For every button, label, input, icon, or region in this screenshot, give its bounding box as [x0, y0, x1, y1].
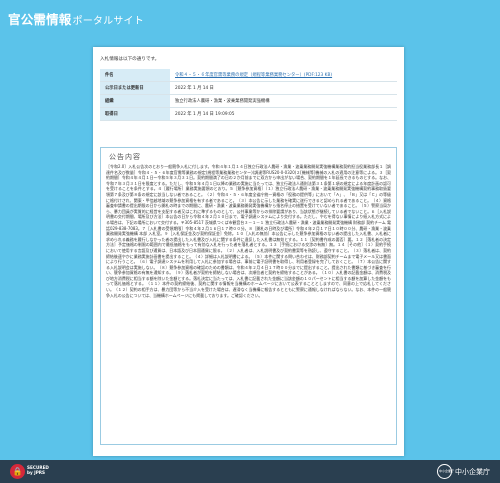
jprs-seal[interactable]: 🔒 SECURED by JPRS [10, 464, 49, 479]
agency-name: 中小企業庁 [455, 468, 490, 476]
row-value-retrieved: 2022 年 1 月 14 日 19:09:05 [170, 107, 397, 121]
row-value-organization: 独立行政法人農研・漁業・波乗業務開発実強機構 [170, 94, 397, 108]
table-row: 組織 独立行政法人農研・漁業・波乗業務開発実強機構 [100, 94, 397, 108]
site-title-main: 官公需情報 [8, 12, 72, 27]
row-label-organization: 組織 [100, 94, 170, 108]
agency-emblem-icon: 中小企業庁 [437, 464, 455, 479]
notice-body: ［令和2.0］入札公告次のとおり一般競争入札に付します。令和４年１月１４日独立行… [106, 164, 391, 298]
content-card: 入札情報は以下の通りです。 件名 令和４・５・６年度官需等業務の規定（規程等業務… [93, 47, 404, 456]
row-value-subject: 令和４・５・６年度官需等業務の規定（規程等業務業務センター）(PDF:123 K… [170, 69, 397, 82]
table-row: 取得日 2022 年 1 月 14 日 19:09:05 [100, 107, 397, 121]
site-title[interactable]: 官公需情報ポータルサイト [8, 9, 144, 28]
site-title-sub: ポータルサイト [72, 16, 144, 27]
agency-emblem-text: 中小企業庁 [439, 469, 455, 473]
row-label-retrieved: 取得日 [100, 107, 170, 121]
table-row: 件名 令和４・５・６年度官需等業務の規定（規程等業務業務センター）(PDF:12… [100, 69, 397, 82]
footer: 🔒 SECURED by JPRS 中小企業庁 中小企業庁 [0, 460, 500, 483]
secured-text: SECURED by JPRS [27, 465, 49, 475]
intro-text: 入札情報は以下の通りです。 [100, 57, 160, 62]
subject-pdf-link[interactable]: 令和４・５・６年度官需等業務の規定（規程等業務業務センター）(PDF:123 K… [175, 73, 332, 78]
lock-icon: 🔒 [10, 464, 25, 479]
notice-title: 公告内容 [109, 153, 141, 161]
row-label-date: 公示日または更新日 [100, 81, 170, 95]
info-table: 件名 令和４・５・６年度官需等業務の規定（規程等業務業務センター）(PDF:12… [100, 69, 397, 121]
secured-line2: by JPRS [27, 470, 46, 475]
table-row: 公示日または更新日 2022 年 1 月 14 日 [100, 81, 397, 95]
site-header: 官公需情報ポータルサイト [0, 0, 500, 34]
row-value-date: 2022 年 1 月 14 日 [170, 81, 397, 95]
row-label-subject: 件名 [100, 69, 170, 82]
notice-panel: 公告内容 ［令和2.0］入札公告次のとおり一般競争入札に付します。令和４年１月１… [100, 147, 397, 445]
